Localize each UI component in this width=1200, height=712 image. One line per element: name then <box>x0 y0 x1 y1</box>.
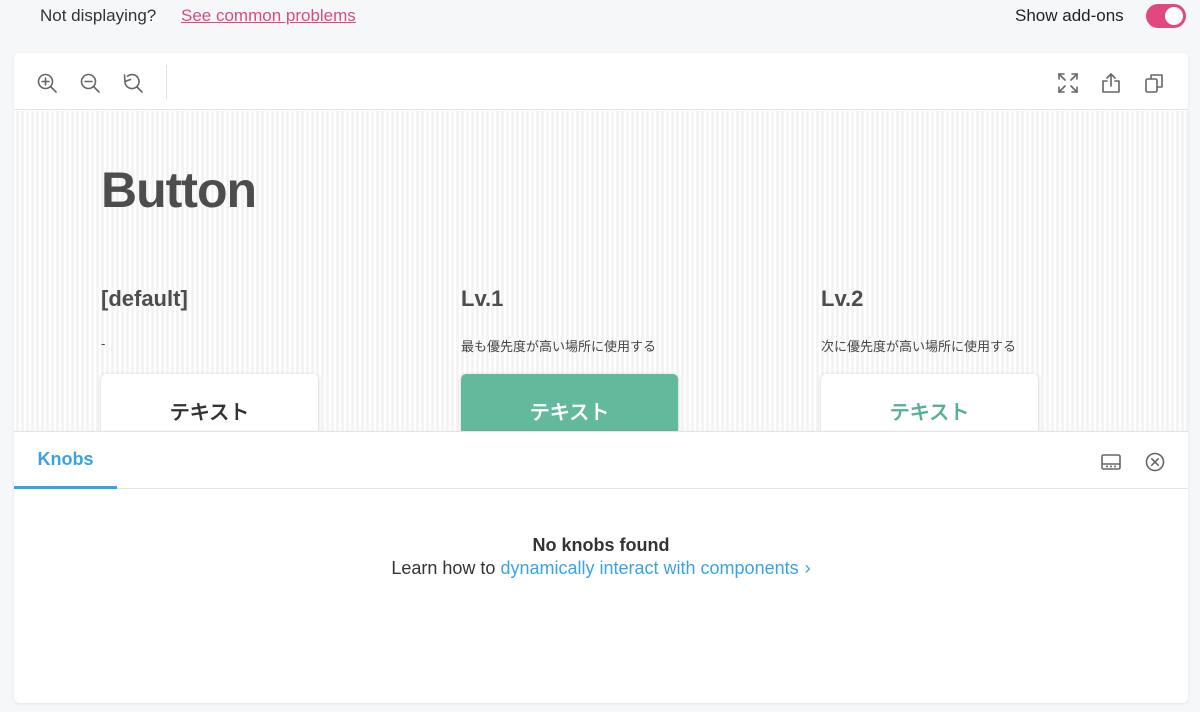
share-icon[interactable] <box>1100 72 1122 94</box>
docs-link[interactable]: dynamically interact with components <box>500 558 798 578</box>
empty-state-message: Learn how to dynamically interact with c… <box>14 558 1188 579</box>
show-addons-label: Show add-ons <box>1015 6 1124 25</box>
fullscreen-icon[interactable] <box>1057 72 1079 94</box>
preview-toolbar <box>14 53 1188 110</box>
show-addons-toggle[interactable] <box>1146 4 1186 28</box>
toggle-knob <box>1165 7 1183 25</box>
tab-knobs[interactable]: Knobs <box>14 432 117 489</box>
empty-state-title: No knobs found <box>532 535 670 555</box>
common-problems-link[interactable]: See common problems <box>181 6 356 26</box>
preview-panel: Button [default] - テキスト Lv.1 最も優先度が高い場所に… <box>14 53 1188 431</box>
lv1-button[interactable]: テキスト <box>461 374 678 431</box>
close-circle-icon[interactable] <box>1144 451 1166 473</box>
variant-default: [default] - テキスト <box>101 286 331 431</box>
toolbar-divider <box>166 65 167 99</box>
default-button[interactable]: テキスト <box>101 374 318 431</box>
variant-lv1: Lv.1 最も優先度が高い場所に使用する テキスト <box>461 286 691 431</box>
variant-description: - <box>101 336 106 351</box>
zoom-in-icon[interactable] <box>36 72 58 94</box>
panel-layout-icon[interactable] <box>1100 451 1122 473</box>
reset-zoom-icon[interactable] <box>122 72 144 94</box>
variant-description: 最も優先度が高い場所に使用する <box>461 339 657 354</box>
variant-lv2: Lv.2 次に優先度が高い場所に使用する テキスト <box>821 286 1051 431</box>
story-title: Button <box>101 162 257 218</box>
top-bar: Not displaying? See common problems Show… <box>0 0 1200 32</box>
addons-tabbar: Knobs <box>14 432 1188 489</box>
addons-panel: Knobs No knobs found Learn how to dynami… <box>14 431 1188 703</box>
not-displaying-text: Not displaying? <box>40 6 157 25</box>
variant-heading: Lv.2 <box>821 286 864 311</box>
story-canvas: Button [default] - テキスト Lv.1 最も優先度が高い場所に… <box>14 111 1188 431</box>
variant-heading: [default] <box>101 286 188 311</box>
zoom-out-icon[interactable] <box>79 72 101 94</box>
variant-heading: Lv.1 <box>461 286 504 311</box>
variant-description: 次に優先度が高い場所に使用する <box>821 339 1017 354</box>
lv2-button[interactable]: テキスト <box>821 374 1038 431</box>
copy-icon[interactable] <box>1143 72 1165 94</box>
chevron-right-icon[interactable]: › <box>805 558 811 578</box>
empty-state-prefix: Learn how to <box>391 558 496 578</box>
